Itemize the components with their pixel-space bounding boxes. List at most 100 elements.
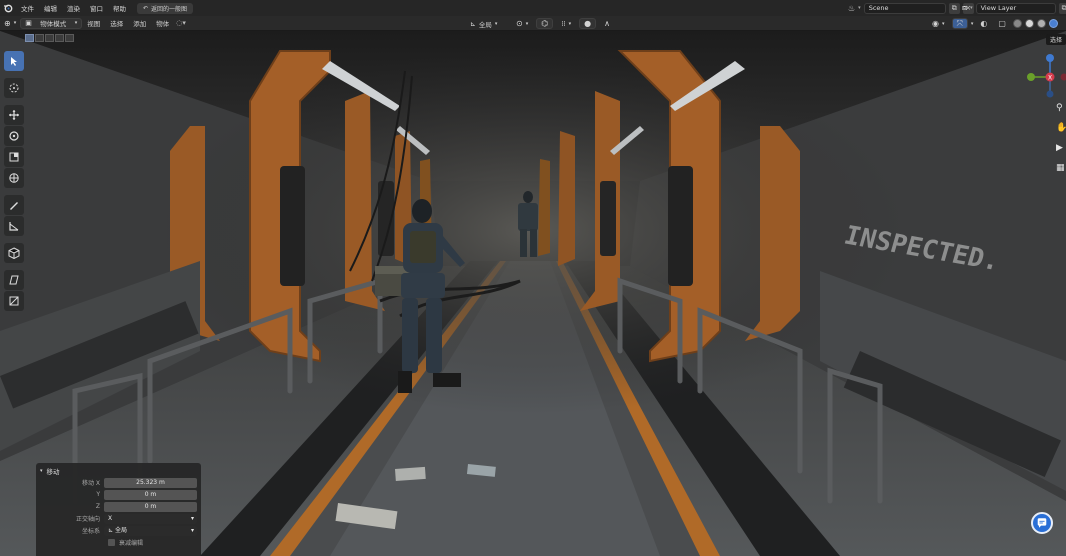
eye-icon: ◉ xyxy=(932,19,939,28)
cursor-icon[interactable] xyxy=(4,78,24,98)
orient-axis-value: X xyxy=(108,514,113,522)
scene-selector[interactable]: ♨ ▾ Scene ⧉ × xyxy=(848,2,974,14)
selection-mode-buttons xyxy=(25,34,74,42)
proportional-edit-checkbox[interactable]: 衰减编辑 xyxy=(108,538,197,547)
editor-type-button[interactable]: ⊕ ▾ xyxy=(0,18,20,29)
gizmo-toggle[interactable]: ⤧ xyxy=(951,18,968,29)
xray-toggle[interactable]: ▢ xyxy=(994,18,1010,29)
chevron-down-icon: ▾ xyxy=(858,5,861,11)
material-shading-icon[interactable] xyxy=(1036,19,1046,28)
undo-chip-label: 返回的一般图 xyxy=(151,5,188,13)
pivot-point-icon: ⊙ xyxy=(516,19,523,28)
3d-viewport[interactable]: INSPECTED. 选择 X ⚲ ✋ ▶ ▦ ▾ 移动 移动 X 25.323… xyxy=(0,31,1066,556)
move-x-row: 移动 X 25.323 m xyxy=(40,477,197,488)
wireframe-shading-icon[interactable] xyxy=(1012,19,1022,28)
chat-bubble-button[interactable] xyxy=(1031,512,1053,534)
transform-orientation-dropdown[interactable]: ⊾ 全局 ▾ xyxy=(466,18,508,29)
menu-edit[interactable]: 编辑 xyxy=(39,3,62,13)
pan-hand-icon[interactable]: ✋ xyxy=(1056,123,1066,135)
orientation-icon: ⊾ xyxy=(108,526,115,534)
transform-controls: ⊾ 全局 ▾ ⊙ ▾ ⌬ ⁞⁞ ▾ ● ∧ xyxy=(466,18,614,29)
chevron-down-icon: ▾ xyxy=(525,20,529,27)
chevron-down-icon: ▾ xyxy=(970,5,973,11)
perspective-toggle-icon[interactable]: ▦ xyxy=(1056,163,1066,175)
menu-render[interactable]: 渲染 xyxy=(62,3,85,13)
gpencil-icon[interactable]: ◌▾ xyxy=(176,19,186,27)
magnet-icon: ⌬ xyxy=(541,19,549,28)
view-layer-name-field[interactable]: View Layer xyxy=(975,2,1056,14)
operator-panel-header[interactable]: ▾ 移动 xyxy=(40,466,197,476)
overlay-toggle[interactable]: ◐ xyxy=(976,18,991,29)
falloff-dropdown[interactable]: ∧ xyxy=(600,18,614,29)
move-icon[interactable] xyxy=(4,105,24,125)
view-layer-selector[interactable]: ⧈ ▾ View Layer ⧉ xyxy=(962,2,1066,14)
chevron-down-icon: ▾ xyxy=(74,20,78,26)
camera-view-icon[interactable]: ▶ xyxy=(1056,143,1066,155)
gizmo-z-axis-icon xyxy=(1046,54,1054,62)
chevron-down-icon: ▾ xyxy=(941,20,945,27)
snap-toggle[interactable]: ⌬ xyxy=(536,18,554,29)
extrude-icon[interactable] xyxy=(4,291,24,311)
select-mode-set-icon[interactable] xyxy=(25,34,34,42)
chevron-down-icon: ▾ xyxy=(40,468,43,474)
orient-type-dropdown[interactable]: ⊾ 全局 ▾ xyxy=(104,525,197,536)
orient-type-row: 坐标系 ⊾ 全局 ▾ xyxy=(40,525,197,536)
scene-icon: ♨ xyxy=(848,3,856,13)
rotate-icon[interactable] xyxy=(4,126,24,146)
select-box-icon[interactable] xyxy=(4,51,24,71)
measure-icon[interactable] xyxy=(4,216,24,236)
chevron-down-icon: ▾ xyxy=(13,20,17,26)
orient-type-value: 全局 xyxy=(114,526,127,534)
scene-name-field[interactable]: Scene xyxy=(863,2,946,14)
move-z-field[interactable]: 0 m xyxy=(104,501,197,512)
move-y-field[interactable]: 0 m xyxy=(104,489,197,500)
orient-axis-dropdown[interactable]: X ▾ xyxy=(104,513,197,524)
chevron-down-icon[interactable]: ▾ xyxy=(971,21,974,27)
select-mode-invert-icon[interactable] xyxy=(55,34,64,42)
add-cube-icon[interactable] xyxy=(4,243,24,263)
undo-icon: ↶ xyxy=(143,4,149,12)
new-scene-icon[interactable]: ⧉ xyxy=(948,2,960,14)
move-z-label: Z xyxy=(95,503,100,510)
pivot-dropdown[interactable]: ⊙ ▾ xyxy=(512,18,532,29)
overlay-icon: ◐ xyxy=(980,19,988,28)
menu-object[interactable]: 物体 xyxy=(151,18,174,28)
checkbox-icon xyxy=(108,539,115,546)
orient-axis-label: 正交轴向 xyxy=(75,516,100,523)
new-view-layer-icon[interactable]: ⧉ xyxy=(1058,2,1066,14)
mode-dropdown[interactable]: ▣ 物体模式 ▾ xyxy=(20,17,83,29)
blender-logo-icon[interactable] xyxy=(0,0,16,16)
select-mode-subtract-icon[interactable] xyxy=(45,34,54,42)
move-y-row: Y 0 m xyxy=(40,489,197,500)
object-mode-icon: ▣ xyxy=(25,19,32,27)
viewport-display-controls: ◉ ▾ ⤧ ▾ ◐ ▢ xyxy=(928,18,1058,29)
select-mode-intersect-icon[interactable] xyxy=(65,34,74,42)
snap-target-dropdown[interactable]: ⁞⁞ ▾ xyxy=(557,18,575,29)
menu-add[interactable]: 添加 xyxy=(128,18,151,28)
menu-select[interactable]: 选择 xyxy=(105,18,128,28)
menu-file[interactable]: 文件 xyxy=(16,3,39,13)
view-layer-icon: ⧈ xyxy=(962,3,968,12)
solid-shading-icon[interactable] xyxy=(1024,19,1034,28)
viewport-header: ⊕ ▾ ▣ 物体模式 ▾ 视图 选择 添加 物体 ◌▾ ⊾ 全局 ▾ ⊙ ▾ ⌬… xyxy=(0,16,1066,31)
move-x-field[interactable]: 25.323 m xyxy=(104,477,197,488)
proportional-edit-toggle[interactable]: ● xyxy=(579,18,597,29)
select-mode-extend-icon[interactable] xyxy=(35,34,44,42)
scale-icon[interactable] xyxy=(4,147,24,167)
zoom-icon[interactable]: ⚲ xyxy=(1056,103,1066,115)
move-z-row: Z 0 m xyxy=(40,501,197,512)
rendered-shading-icon[interactable] xyxy=(1048,19,1058,28)
navigation-gizmo[interactable]: X xyxy=(1024,53,1066,103)
move-y-label: Y xyxy=(96,491,100,498)
menu-window[interactable]: 窗口 xyxy=(85,3,108,13)
visibility-dropdown[interactable]: ◉ ▾ xyxy=(928,18,949,29)
menu-view[interactable]: 视图 xyxy=(82,18,105,28)
chevron-down-icon: ▾ xyxy=(190,526,194,534)
annotate-icon[interactable] xyxy=(4,195,24,215)
undo-history-chip[interactable]: ↶ 返回的一般图 xyxy=(137,2,194,14)
shear-icon[interactable] xyxy=(4,270,24,290)
menu-help[interactable]: 帮助 xyxy=(108,3,131,13)
transform-icon[interactable] xyxy=(4,168,24,188)
chevron-down-icon: ▾ xyxy=(494,20,498,27)
proportional-edit-label: 衰减编辑 xyxy=(119,540,144,547)
